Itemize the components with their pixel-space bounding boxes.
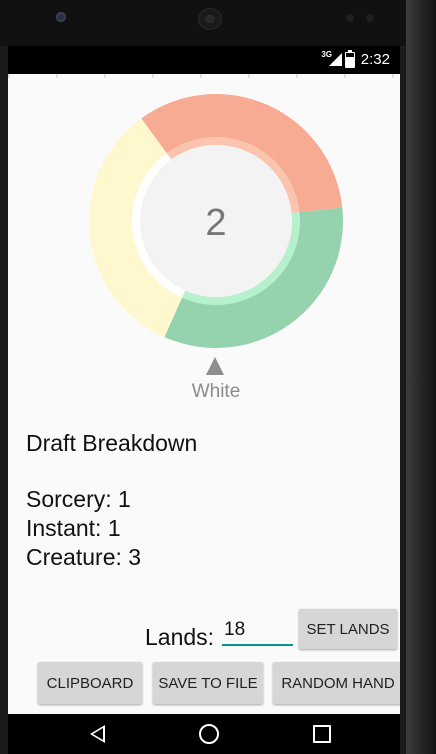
card-type-line: Creature: 3 bbox=[26, 544, 142, 570]
save-to-file-button[interactable]: SAVE TO FILE bbox=[153, 662, 263, 704]
earpiece-speaker-icon bbox=[198, 8, 222, 30]
device-top-bezel bbox=[0, 0, 436, 46]
device-side-edge bbox=[406, 0, 436, 754]
signal-icon bbox=[329, 53, 342, 66]
back-icon[interactable] bbox=[90, 725, 105, 743]
card-type-line: Instant: 1 bbox=[26, 515, 121, 541]
status-time: 2:32 bbox=[360, 51, 390, 68]
home-icon[interactable] bbox=[199, 724, 219, 744]
breakdown-title: Draft Breakdown bbox=[26, 430, 198, 456]
set-lands-button[interactable]: SET LANDS bbox=[299, 609, 397, 649]
light-sensor-icon bbox=[366, 14, 374, 22]
app-screen: 3G 2:32 2 White Draft Breakdown Sorcery:… bbox=[8, 46, 400, 714]
front-camera-icon bbox=[56, 12, 66, 22]
recent-apps-icon[interactable] bbox=[313, 725, 331, 743]
card-type-line: Sorcery: 1 bbox=[26, 486, 131, 512]
status-bar: 3G 2:32 bbox=[8, 46, 400, 74]
selection-pointer-icon bbox=[206, 357, 224, 375]
scrolled-off-content bbox=[8, 74, 400, 78]
battery-icon bbox=[345, 50, 355, 68]
selected-color-label: White bbox=[191, 381, 241, 402]
navigation-bar bbox=[8, 714, 400, 754]
lands-label: Lands: bbox=[145, 624, 215, 650]
pie-center-value: 2 bbox=[205, 202, 227, 244]
random-hand-button[interactable]: RANDOM HAND bbox=[273, 662, 400, 704]
lands-input[interactable] bbox=[222, 616, 293, 646]
clipboard-button[interactable]: CLIPBOARD bbox=[38, 662, 142, 704]
proximity-sensor-icon bbox=[346, 14, 354, 22]
